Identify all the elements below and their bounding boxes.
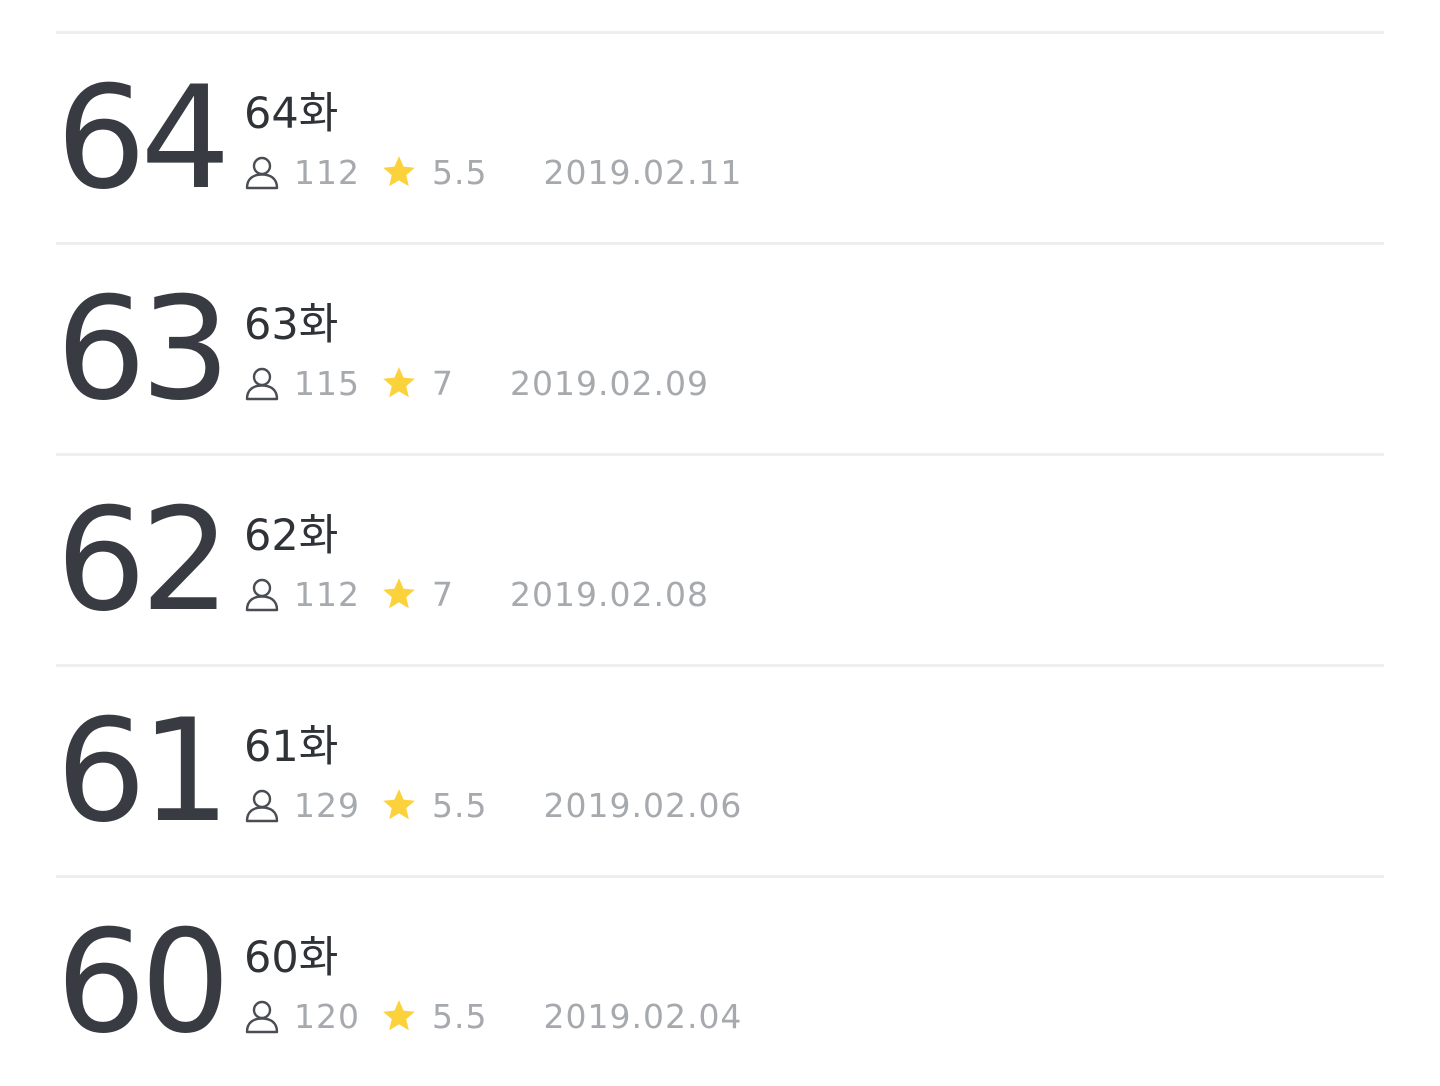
user-icon [244,576,280,612]
user-icon [244,365,280,401]
episode-info: 64화 112 5.5 2019.02.11 [244,86,742,192]
rating-value: 7 [432,363,454,403]
episode-meta: 115 7 2019.02.09 [244,363,709,403]
view-count: 112 [294,152,360,192]
episode-number: 60 [56,900,231,1065]
episode-number: 64 [56,56,231,221]
user-icon [244,154,280,190]
episode-date: 2019.02.09 [510,363,709,403]
episode-title: 60화 [244,933,339,983]
episode-number: 63 [56,267,231,432]
star-icon [380,786,418,824]
rating-value: 7 [432,574,454,614]
episode-title: 63화 [244,300,339,350]
view-count: 115 [294,363,360,403]
episode-info: 63화 115 7 2019.02.09 [244,297,709,403]
episode-meta: 112 5.5 2019.02.11 [244,152,742,192]
episode-meta: 129 5.5 2019.02.06 [244,785,742,825]
user-icon [244,787,280,823]
rating-value: 5.5 [432,785,488,825]
star-icon [380,997,418,1035]
episode-date: 2019.02.04 [543,996,743,1036]
episode-row[interactable]: 64 64화 112 5.5 2019.02.11 [56,34,1384,242]
view-count: 112 [294,574,360,614]
episode-number: 61 [56,689,231,854]
episode-date: 2019.02.11 [543,152,743,192]
episode-row[interactable]: 62 62화 112 7 2019.02.08 [56,456,1384,664]
episode-title: 62화 [244,511,339,561]
user-icon [244,998,280,1034]
episode-date: 2019.02.08 [510,574,709,614]
star-icon [380,153,418,191]
episode-date: 2019.02.06 [543,785,743,825]
rating-value: 5.5 [432,152,488,192]
episode-info: 61화 129 5.5 2019.02.06 [244,719,742,825]
episode-info: 60화 120 5.5 2019.02.04 [244,930,742,1036]
episode-meta: 112 7 2019.02.08 [244,574,709,614]
episode-row[interactable]: 60 60화 120 5.5 2019.02.04 [56,878,1384,1086]
star-icon [380,364,418,402]
episode-title: 64화 [244,89,339,139]
episode-info: 62화 112 7 2019.02.08 [244,508,709,614]
episode-title: 61화 [244,722,339,772]
view-count: 120 [294,996,360,1036]
episode-list: 64 64화 112 5.5 2019.02.11 63 63화 115 7 2… [56,31,1384,1086]
view-count: 129 [294,785,360,825]
episode-row[interactable]: 63 63화 115 7 2019.02.09 [56,245,1384,453]
episode-row[interactable]: 61 61화 129 5.5 2019.02.06 [56,667,1384,875]
rating-value: 5.5 [432,996,488,1036]
episode-meta: 120 5.5 2019.02.04 [244,996,742,1036]
episode-number: 62 [56,478,231,643]
star-icon [380,575,418,613]
